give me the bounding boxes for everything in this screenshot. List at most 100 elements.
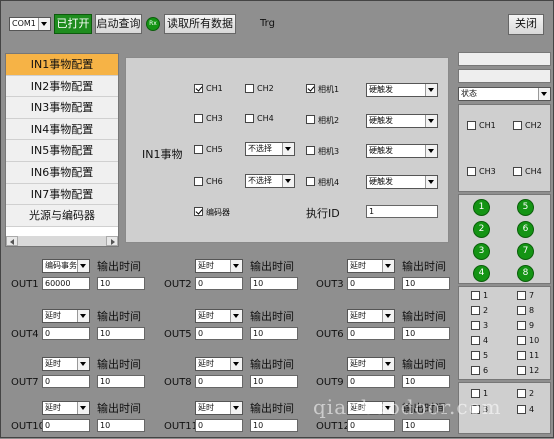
ch5-select[interactable]: 不选择 xyxy=(245,142,295,156)
status-ch4-checkbox[interactable] xyxy=(513,167,522,176)
nav-item-in3[interactable]: IN3事物配置 xyxy=(6,97,118,119)
output-value-input[interactable]: 60000 xyxy=(42,277,90,290)
output-time-input[interactable]: 10 xyxy=(250,375,298,388)
output-mode-select[interactable]: 延时 xyxy=(195,401,243,415)
output-time-input[interactable]: 10 xyxy=(97,277,145,290)
output-mode-select[interactable]: 编码事务 xyxy=(42,259,90,273)
output-value-input[interactable]: 0 xyxy=(42,327,90,340)
nav-item-in5[interactable]: IN5事物配置 xyxy=(6,140,118,162)
encoder-label: 编码器 xyxy=(206,208,230,217)
output-mode-value: 延时 xyxy=(45,359,61,368)
camera2-select[interactable]: 硬触发 xyxy=(366,114,438,128)
output-checkbox[interactable] xyxy=(517,351,526,360)
ch4-checkbox[interactable] xyxy=(245,114,254,123)
output-mode-select[interactable]: 延时 xyxy=(195,357,243,371)
output-checkbox[interactable] xyxy=(471,306,480,315)
output-mode-select[interactable]: 延时 xyxy=(347,357,395,371)
output-value-input[interactable]: 0 xyxy=(195,277,243,290)
ch1-checkbox[interactable] xyxy=(194,84,203,93)
output-time-input[interactable]: 10 xyxy=(402,419,450,432)
output-value-input[interactable]: 0 xyxy=(347,277,395,290)
status-ch3-checkbox[interactable] xyxy=(467,167,476,176)
input-checkbox[interactable] xyxy=(517,389,526,398)
output-mode-select[interactable]: 延时 xyxy=(347,309,395,323)
chevron-down-icon xyxy=(382,358,394,370)
chevron-down-icon xyxy=(38,18,50,30)
output-checkbox[interactable] xyxy=(517,321,526,330)
output-checkbox[interactable] xyxy=(471,291,480,300)
output-checkbox[interactable] xyxy=(517,336,526,345)
output-checkbox[interactable] xyxy=(471,321,480,330)
camera3-select[interactable]: 硬触发 xyxy=(366,144,438,158)
camera1-checkbox[interactable] xyxy=(306,84,315,93)
read-all-button[interactable]: 读取所有数据 xyxy=(164,14,236,34)
output-time-input[interactable]: 10 xyxy=(97,327,145,340)
output-mode-select[interactable]: 延时 xyxy=(347,259,395,273)
output-time-input[interactable]: 10 xyxy=(402,327,450,340)
output-checkbox[interactable] xyxy=(517,291,526,300)
ch6-select-value: 不选择 xyxy=(248,176,272,185)
ch6-select[interactable]: 不选择 xyxy=(245,174,295,188)
camera3-checkbox[interactable] xyxy=(306,146,315,155)
status-select[interactable]: 状态 xyxy=(458,87,551,101)
nav-item-in8[interactable]: 光源与编码器 xyxy=(6,205,118,227)
encoder-checkbox[interactable] xyxy=(194,207,203,216)
input-checkbox[interactable] xyxy=(517,405,526,414)
output-time-input[interactable]: 10 xyxy=(97,375,145,388)
start-query-button[interactable]: 启动查询 xyxy=(95,14,142,34)
camera4-checkbox[interactable] xyxy=(306,177,315,186)
ch2-checkbox[interactable] xyxy=(245,84,254,93)
nav-item-in1[interactable]: IN1事物配置 xyxy=(6,54,118,76)
output-checkbox[interactable] xyxy=(517,366,526,375)
output-mode-value: 编码事务 xyxy=(45,261,77,270)
ch5-checkbox[interactable] xyxy=(194,145,203,154)
output-value-input[interactable]: 0 xyxy=(347,419,395,432)
output-time-input[interactable]: 10 xyxy=(97,419,145,432)
nav-scrollbar[interactable] xyxy=(6,236,118,246)
chevron-down-icon xyxy=(425,176,437,188)
camera2-checkbox[interactable] xyxy=(306,115,315,124)
output-mode-select[interactable]: 延时 xyxy=(195,309,243,323)
output-value-input[interactable]: 0 xyxy=(347,327,395,340)
close-button[interactable]: 关闭 xyxy=(508,14,544,35)
trg-label: Trg xyxy=(260,18,275,29)
camera1-select[interactable]: 硬触发 xyxy=(366,83,438,97)
output-time-input[interactable]: 10 xyxy=(250,327,298,340)
chevron-down-icon xyxy=(230,260,242,272)
camera4-select[interactable]: 硬触发 xyxy=(366,175,438,189)
output-time-input[interactable]: 10 xyxy=(402,375,450,388)
output-checkbox-label: 3 xyxy=(483,321,489,330)
output-value-input[interactable]: 0 xyxy=(195,375,243,388)
output-name: OUT2 xyxy=(164,279,192,290)
output-mode-select[interactable]: 延时 xyxy=(42,309,90,323)
status-ch1-checkbox[interactable] xyxy=(467,121,476,130)
output-time-input[interactable]: 10 xyxy=(402,277,450,290)
nav-item-in2[interactable]: IN2事物配置 xyxy=(6,75,118,98)
open-port-button[interactable]: 已打开 xyxy=(54,14,92,34)
nav-item-in6[interactable]: IN6事物配置 xyxy=(6,161,118,184)
output-checkbox[interactable] xyxy=(471,336,480,345)
output-mode-select[interactable]: 延时 xyxy=(42,357,90,371)
status-ch2-checkbox[interactable] xyxy=(513,121,522,130)
ch3-checkbox[interactable] xyxy=(194,114,203,123)
output-time-input[interactable]: 10 xyxy=(250,277,298,290)
output-time-label: 输出时间 xyxy=(97,402,141,415)
output-value-input[interactable]: 0 xyxy=(42,419,90,432)
output-checkbox[interactable] xyxy=(517,306,526,315)
output-value-input[interactable]: 0 xyxy=(347,375,395,388)
output-time-input[interactable]: 10 xyxy=(250,419,298,432)
scroll-right-icon[interactable] xyxy=(106,236,118,246)
port-select[interactable]: COM1 xyxy=(9,17,51,31)
ch6-checkbox[interactable] xyxy=(194,177,203,186)
output-mode-select[interactable]: 延时 xyxy=(195,259,243,273)
nav-item-in4[interactable]: IN4事物配置 xyxy=(6,118,118,141)
output-value-input[interactable]: 0 xyxy=(195,419,243,432)
exec-id-input[interactable]: 1 xyxy=(366,205,438,218)
output-value-input[interactable]: 0 xyxy=(195,327,243,340)
scroll-left-icon[interactable] xyxy=(6,236,18,246)
output-mode-select[interactable]: 延时 xyxy=(42,401,90,415)
output-checkbox[interactable] xyxy=(471,351,480,360)
output-value-input[interactable]: 0 xyxy=(42,375,90,388)
output-checkbox[interactable] xyxy=(471,366,480,375)
nav-item-in7[interactable]: IN7事物配置 xyxy=(6,183,118,206)
